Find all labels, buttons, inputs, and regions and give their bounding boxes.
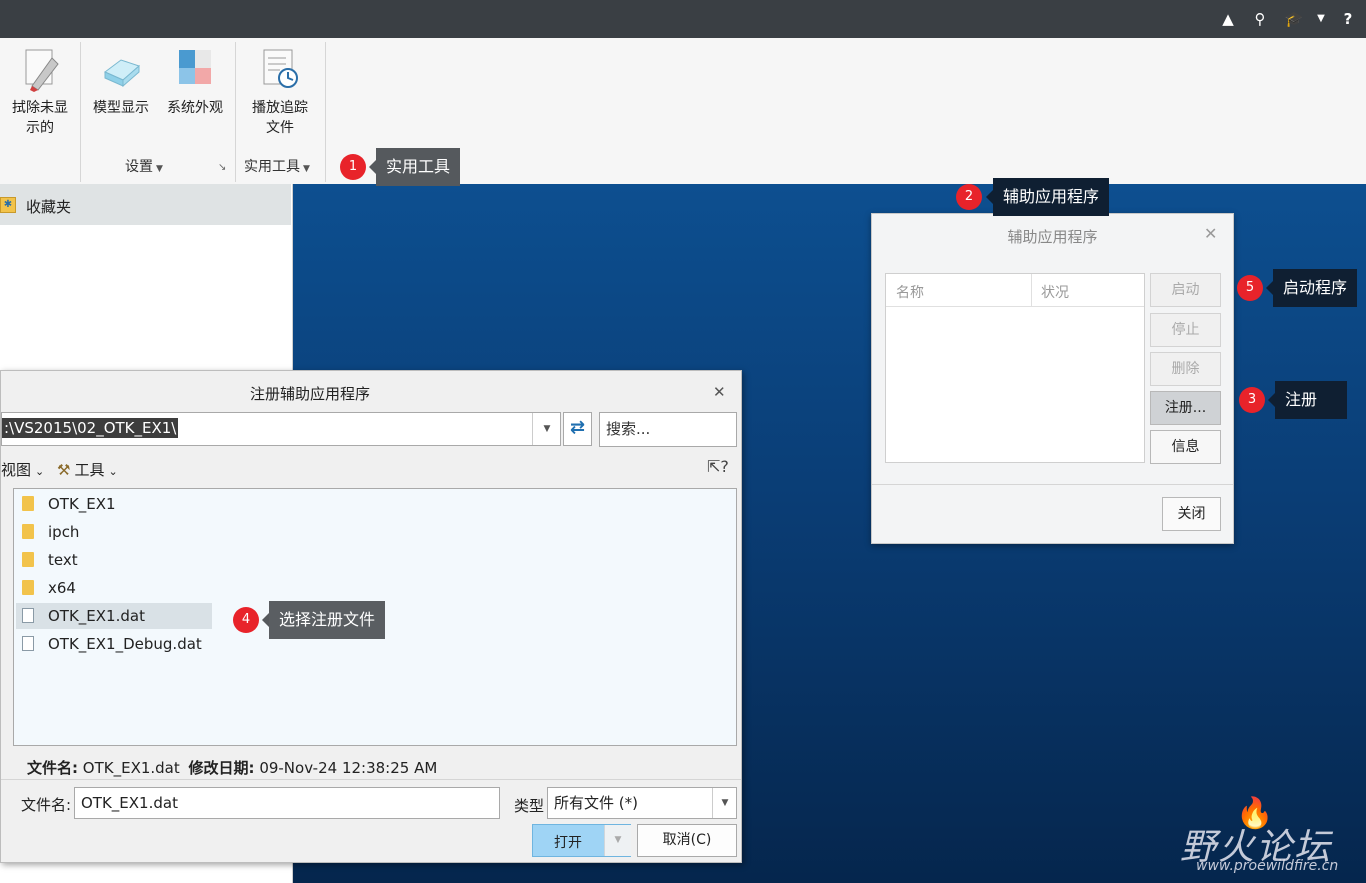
list-header: 名称 状况	[886, 274, 1144, 307]
file-info: 文件名: OTK_EX1.dat 修改日期: 09-Nov-24 12:38:2…	[27, 759, 438, 777]
tools-icon: ⚒	[57, 461, 71, 479]
ribbon: 拭除未显 示的 模型显示 系统外观 播放追踪 文件 设置 ▼ ↘ 实用工具 ▼	[0, 38, 1366, 184]
dialog-divider	[872, 484, 1233, 485]
caret-down-icon: ▼	[156, 164, 163, 174]
stop-button[interactable]: 停止	[1150, 313, 1221, 347]
ribbon-separator	[80, 42, 81, 182]
path-field[interactable]: :\VS2015\02_OTK_EX1\ ▼	[1, 412, 561, 446]
callout-badge-5: 5	[1237, 275, 1263, 301]
system-appearance-icon	[179, 50, 211, 84]
delete-button[interactable]: 删除	[1150, 352, 1221, 386]
callout-label-4: 选择注册文件	[261, 601, 386, 639]
callout-badge-1: 1	[340, 154, 366, 180]
tools-menu[interactable]: ⚒ 工具 ⌄	[57, 459, 118, 480]
chevron-down-icon: ▼	[712, 788, 737, 818]
dialog-launcher-icon[interactable]: ↘	[218, 162, 226, 173]
flame-icon: 🔥	[1236, 796, 1274, 831]
file-icon	[22, 636, 34, 651]
ribbon-separator	[235, 42, 236, 182]
applications-list[interactable]: 名称 状况	[885, 273, 1145, 463]
list-item-folder[interactable]: ipch	[22, 519, 79, 545]
list-item-folder[interactable]: text	[22, 547, 78, 573]
chevron-down-icon: ⌄	[35, 465, 45, 478]
folder-icon	[22, 580, 34, 595]
list-item-file-selected[interactable]: OTK_EX1.dat	[16, 603, 212, 629]
model-display-button[interactable]: 模型显示	[88, 46, 154, 118]
context-help-icon[interactable]: ⇱?	[707, 457, 729, 476]
settings-group-menu[interactable]: 设置 ▼	[125, 156, 163, 176]
file-type-select[interactable]: 所有文件 (*) ▼	[547, 787, 737, 819]
close-icon[interactable]: ✕	[1204, 224, 1217, 243]
collapse-ribbon-icon[interactable]: ▲	[1215, 6, 1241, 32]
column-header-status[interactable]: 状况	[1041, 282, 1069, 302]
chevron-down-icon[interactable]: ▼	[1308, 6, 1334, 32]
filename-label: 文件名:	[21, 796, 72, 814]
erase-not-displayed-button[interactable]: 拭除未显 示的	[6, 46, 74, 138]
refresh-icon: ⇄	[569, 417, 586, 438]
path-text: :\VS2015\02_OTK_EX1\	[2, 418, 179, 438]
favorites-folder-icon: ✱	[0, 197, 16, 213]
callout-badge-2: 2	[956, 184, 982, 210]
utilities-group-menu[interactable]: 实用工具 ▼	[244, 156, 310, 176]
refresh-button[interactable]: ⇄	[563, 412, 592, 446]
erase-icon	[25, 49, 59, 92]
open-dropdown-icon[interactable]: ▼	[604, 825, 631, 856]
ribbon-separator	[325, 42, 326, 182]
graduation-cap-icon[interactable]: 🎓	[1281, 6, 1307, 32]
view-menu[interactable]: 视图 ⌄	[1, 459, 44, 480]
list-item-folder[interactable]: OTK_EX1	[22, 491, 116, 517]
filename-input[interactable]: OTK_EX1.dat	[74, 787, 500, 819]
folder-icon	[22, 496, 34, 511]
folder-icon	[22, 524, 34, 539]
close-button[interactable]: 关闭	[1162, 497, 1221, 531]
help-icon[interactable]: ?	[1335, 6, 1361, 32]
callout-label-5: 启动程序	[1265, 269, 1358, 307]
folder-icon	[22, 552, 34, 567]
dialog-title: 注册辅助应用程序	[249, 385, 370, 403]
column-divider	[1031, 274, 1032, 306]
caret-down-icon: ▼	[303, 164, 310, 174]
open-button[interactable]: 打开 ▼	[532, 824, 631, 857]
model-display-icon	[104, 59, 140, 88]
watermark-url: www.proewildfire.cn	[1196, 858, 1339, 874]
list-item-folder[interactable]: x64	[22, 575, 76, 601]
system-appearance-button[interactable]: 系统外观	[162, 46, 228, 118]
callout-label-3: 注册	[1268, 381, 1347, 419]
type-label: 类型	[514, 797, 545, 815]
divider	[1, 779, 741, 780]
info-button[interactable]: 信息	[1150, 430, 1221, 464]
play-trail-icon	[263, 49, 298, 88]
path-dropdown-arrow[interactable]: ▼	[532, 413, 561, 445]
search-input[interactable]: 搜索...	[599, 412, 737, 447]
start-button[interactable]: 启动	[1150, 273, 1221, 307]
callout-badge-4: 4	[233, 607, 259, 633]
cancel-button[interactable]: 取消(C)	[637, 824, 737, 857]
callout-badge-3: 3	[1239, 387, 1265, 413]
column-header-name[interactable]: 名称	[896, 282, 924, 302]
callout-label-1: 实用工具	[368, 148, 461, 186]
favorites-label: 收藏夹	[26, 198, 72, 216]
title-bar: ▲ ⚲ 🎓 ▼ ?	[0, 0, 1366, 38]
dialog-title: 辅助应用程序	[1007, 228, 1098, 246]
favorites-header[interactable]: ✱ 收藏夹	[0, 184, 291, 225]
close-icon[interactable]: ✕	[713, 383, 726, 401]
search-icon[interactable]: ⚲	[1247, 6, 1273, 32]
file-icon	[22, 608, 34, 623]
play-trail-file-button[interactable]: 播放追踪 文件	[242, 46, 318, 138]
callout-label-2: 辅助应用程序	[985, 178, 1110, 216]
register-button[interactable]: 注册...	[1150, 391, 1221, 425]
chevron-down-icon: ⌄	[108, 465, 118, 478]
list-item-file[interactable]: OTK_EX1_Debug.dat	[22, 631, 202, 657]
auxiliary-applications-dialog: 辅助应用程序 ✕ 名称 状况 启动 停止 删除 注册... 信息 关闭	[871, 213, 1234, 544]
